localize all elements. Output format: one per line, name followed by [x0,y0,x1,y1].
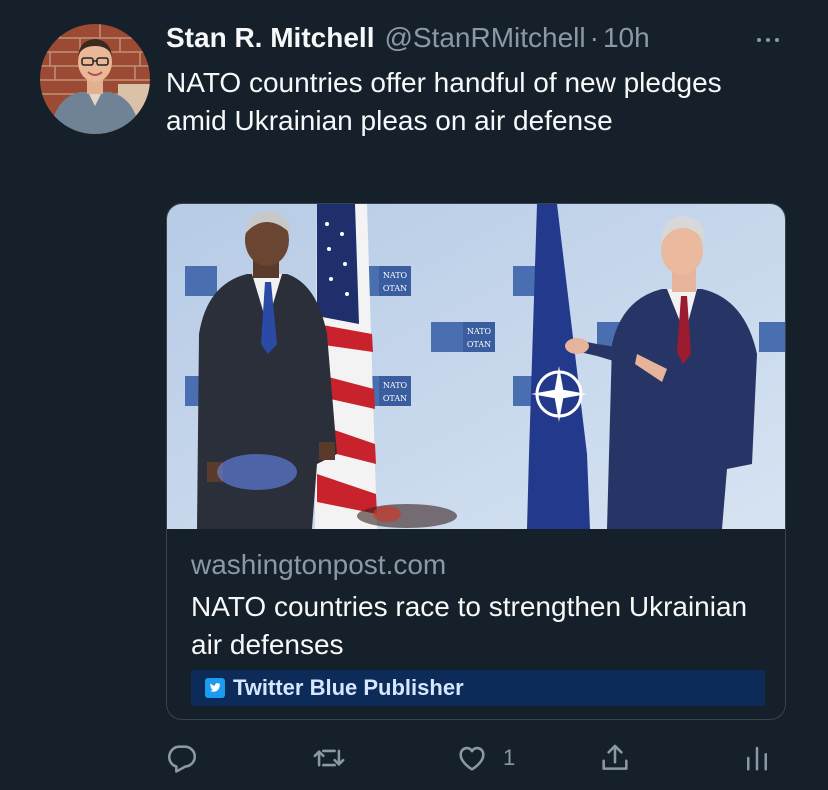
twitter-bird-icon [205,678,225,698]
nato-sign-label: NATO [383,271,408,280]
publisher-label: Twitter Blue Publisher [233,675,464,700]
tweet-text: NATO countries offer handful of new pled… [166,67,722,136]
like-button[interactable]: 1 [455,735,515,780]
analytics-button[interactable] [742,735,772,780]
more-options-icon[interactable] [748,28,788,52]
author-name[interactable]: Stan R. Mitchell [166,22,374,54]
twitter-blue-publisher-badge: Twitter Blue Publisher [191,670,765,706]
card-title[interactable]: NATO countries race to strengthen Ukrain… [191,588,761,664]
analytics-icon [747,746,767,770]
retweet-button[interactable] [311,735,347,780]
author-handle[interactable]: @StanRMitchell [384,22,585,54]
tweet-timestamp[interactable]: 10h [603,22,650,54]
tweet-header: Stan R. Mitchell @StanRMitchell · 10h [166,22,788,58]
nato-sign-label: NATO [383,381,408,390]
link-card[interactable]: NATO OTAN NATO OTAN NATO OTAN NATO OTAN [166,203,786,720]
card-image[interactable]: NATO OTAN NATO OTAN NATO OTAN NATO OTAN [167,204,786,529]
avatar-photo [40,24,150,134]
otan-sign-label: OTAN [467,340,491,349]
otan-sign-label: OTAN [383,394,407,403]
retweet-icon [313,749,345,766]
nato-sign-label: NATO [467,327,492,336]
header-separator: · [589,22,599,53]
author-avatar[interactable] [40,24,150,134]
reply-icon [167,744,197,773]
share-icon [602,744,628,770]
heart-icon [459,746,485,771]
share-button[interactable] [598,735,632,780]
reply-button[interactable] [165,735,199,780]
like-count: 1 [503,744,516,770]
otan-sign-label: OTAN [383,284,407,293]
tweet-actions: 1 [0,735,828,780]
card-domain: washingtonpost.com [191,549,447,580]
